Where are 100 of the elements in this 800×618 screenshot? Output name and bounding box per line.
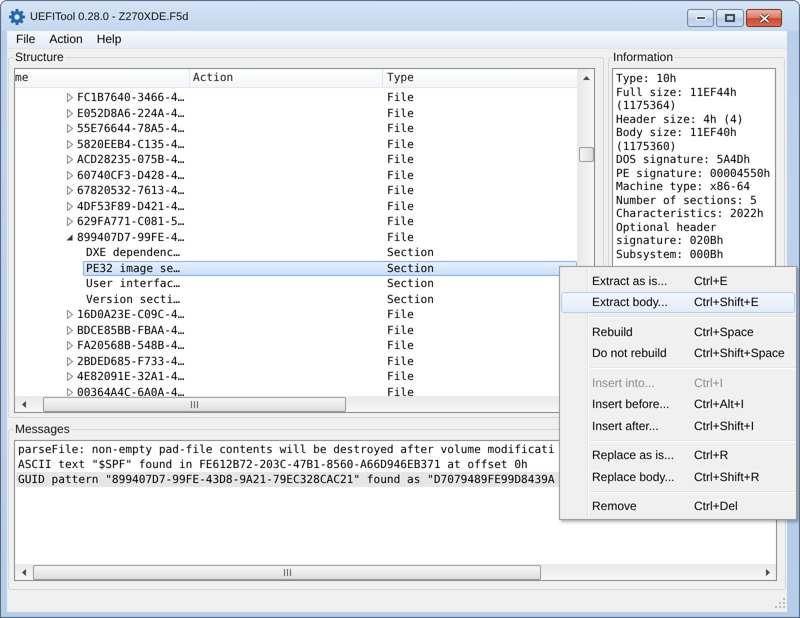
tree-row[interactable]: 4DF53F89-D421-4… File bbox=[61, 198, 577, 214]
tree-row[interactable]: 899407D7-99FE-4… File bbox=[61, 230, 577, 245]
info-line: Body size: 11EF40h bbox=[616, 126, 738, 140]
name-cell-text: 67820532-7613-4… bbox=[77, 184, 186, 198]
type-cell-text: File bbox=[386, 91, 414, 104]
shortcut-text: Ctrl+E bbox=[694, 274, 728, 288]
maximize-button[interactable] bbox=[716, 9, 744, 27]
tree-row[interactable]: PE32 image se… Section bbox=[83, 260, 577, 276]
caret-right-icon[interactable] bbox=[67, 93, 73, 102]
type-cell-text: File bbox=[386, 184, 414, 198]
menu-item[interactable]: Remove Ctrl+Del bbox=[561, 496, 795, 517]
tree-row[interactable]: 60740CF3-D428-4… File bbox=[61, 168, 577, 183]
caret-right-icon[interactable] bbox=[67, 124, 73, 134]
caret-right-icon[interactable] bbox=[67, 140, 73, 149]
type-cell-text: File bbox=[386, 339, 414, 352]
shortcut-text: Ctrl+Shift+I bbox=[694, 418, 754, 433]
shortcut-text: Ctrl+Shift+E bbox=[694, 295, 759, 310]
scroll-right-arrow-icon[interactable] bbox=[766, 569, 770, 576]
caret-down-icon[interactable] bbox=[66, 234, 73, 241]
name-cell-text: 899407D7-99FE-4… bbox=[77, 230, 186, 244]
menu-item[interactable]: Extract body... Ctrl+Shift+E bbox=[561, 292, 795, 313]
name-cell-text: E052D8A6-224A-4… bbox=[77, 106, 186, 120]
column-header[interactable]: Action bbox=[190, 69, 383, 87]
info-line: signature: 020Bh bbox=[616, 234, 724, 248]
info-line: DOS signature: 5A4Dh bbox=[616, 153, 752, 166]
caret-right-icon[interactable] bbox=[67, 217, 73, 226]
name-cell-text: User interfac… bbox=[85, 277, 181, 290]
caret-right-icon[interactable] bbox=[67, 108, 73, 118]
name-cell-text: 00364A4C-6A0A-4… bbox=[77, 386, 186, 396]
name-cell-text: Version secti… bbox=[85, 292, 181, 306]
name-cell-text: FA20568B-548B-4… bbox=[77, 339, 186, 352]
panel-title: Information bbox=[612, 50, 674, 64]
caret-right-icon[interactable] bbox=[67, 372, 73, 382]
info-line: Full size: 11EF44h bbox=[616, 86, 738, 99]
shortcut-text: Ctrl+Shift+Space bbox=[694, 346, 785, 360]
shortcut-text: Ctrl+Space bbox=[694, 324, 754, 339]
type-cell-text: File bbox=[386, 324, 414, 337]
menu-item[interactable]: Insert before... Ctrl+Alt+I bbox=[561, 394, 795, 415]
name-cell-text: PE32 image se… bbox=[85, 262, 181, 275]
caret-right-icon[interactable] bbox=[67, 186, 73, 196]
info-line: Header size: 4h (4) bbox=[616, 112, 744, 126]
minimize-button[interactable] bbox=[687, 9, 714, 27]
grip-icon bbox=[191, 401, 198, 408]
shortcut-text: Ctrl+R bbox=[694, 448, 728, 462]
name-cell-text: 4E82091E-32A1-4… bbox=[77, 370, 186, 384]
tree-row[interactable]: ACD28235-075B-4… File bbox=[61, 152, 577, 168]
scrollbar-thumb[interactable] bbox=[33, 565, 541, 580]
close-button[interactable] bbox=[746, 9, 782, 27]
caret-right-icon[interactable] bbox=[67, 388, 73, 396]
scrollbar-thumb[interactable] bbox=[578, 147, 594, 162]
type-cell-text: File bbox=[386, 370, 414, 384]
info-line: Type: 10h bbox=[616, 72, 678, 86]
type-cell-text: File bbox=[386, 200, 414, 213]
caret-right-icon[interactable] bbox=[67, 202, 73, 211]
close-icon bbox=[758, 14, 770, 22]
tree-row[interactable]: 5820EEB4-C135-4… File bbox=[61, 136, 577, 152]
menu-item[interactable]: File bbox=[9, 31, 42, 48]
name-cell-text: ACD28235-075B-4… bbox=[77, 153, 186, 166]
name-cell-text: BDCE85BB-FBAA-4… bbox=[77, 324, 186, 337]
size-grip-icon[interactable] bbox=[775, 598, 785, 608]
panel-title: Messages bbox=[14, 422, 71, 436]
menu-item[interactable]: Action bbox=[42, 31, 90, 48]
type-cell-text: Section bbox=[386, 246, 434, 260]
window-title: UEFITool 0.28.0 - Z270XDE.F5d bbox=[30, 10, 188, 25]
type-cell-text: File bbox=[386, 308, 414, 322]
tree-row[interactable]: 67820532-7613-4… File bbox=[61, 183, 577, 198]
caret-right-icon[interactable] bbox=[67, 155, 73, 164]
scrollbar-thumb[interactable] bbox=[43, 397, 346, 412]
tree-row[interactable]: FC1B7640-3466-4… File bbox=[61, 90, 577, 106]
horizontal-scrollbar[interactable] bbox=[15, 564, 776, 580]
type-cell-text: File bbox=[386, 168, 414, 182]
menu-item[interactable]: Replace as is... Ctrl+R bbox=[561, 444, 795, 466]
menu-item[interactable]: Help bbox=[90, 31, 128, 48]
type-cell-text: File bbox=[386, 215, 414, 228]
column-header[interactable]: Type bbox=[383, 69, 577, 87]
scroll-left-arrow-icon[interactable] bbox=[22, 569, 26, 576]
tree-row[interactable]: 55E76644-78A5-4… File bbox=[61, 121, 577, 136]
scroll-left-arrow-icon[interactable] bbox=[22, 401, 26, 408]
tree-row[interactable]: E052D8A6-224A-4… File bbox=[61, 106, 577, 121]
panel-title: Structure bbox=[14, 50, 65, 64]
caret-right-icon[interactable] bbox=[67, 170, 73, 180]
caret-right-icon[interactable] bbox=[67, 341, 73, 350]
info-line: Number of sections: 5 bbox=[616, 194, 758, 207]
column-header[interactable]: me bbox=[15, 69, 190, 87]
name-cell-text: 4DF53F89-D421-4… bbox=[77, 200, 186, 213]
caret-right-icon[interactable] bbox=[67, 356, 73, 366]
name-cell-text: 16D0A23E-C09C-4… bbox=[77, 308, 186, 322]
gear-icon bbox=[9, 9, 25, 25]
type-cell-text: Section bbox=[386, 277, 434, 290]
info-line: Optional header bbox=[616, 220, 718, 234]
name-cell-text: 60740CF3-D428-4… bbox=[77, 168, 186, 182]
caret-right-icon[interactable] bbox=[67, 326, 73, 335]
scroll-up-arrow-icon[interactable] bbox=[582, 76, 590, 80]
caret-right-icon[interactable] bbox=[67, 310, 73, 320]
info-line: (1175360) bbox=[616, 140, 678, 153]
info-line: Characteristics: 2022h bbox=[616, 207, 765, 220]
type-cell-text: Section bbox=[386, 262, 434, 275]
tree-row[interactable]: DXE dependenc… Section bbox=[83, 245, 577, 260]
menu-item[interactable]: Insert after... Ctrl+Shift+I bbox=[561, 415, 795, 436]
tree-row[interactable]: 629FA771-C081-5… File bbox=[61, 214, 577, 230]
